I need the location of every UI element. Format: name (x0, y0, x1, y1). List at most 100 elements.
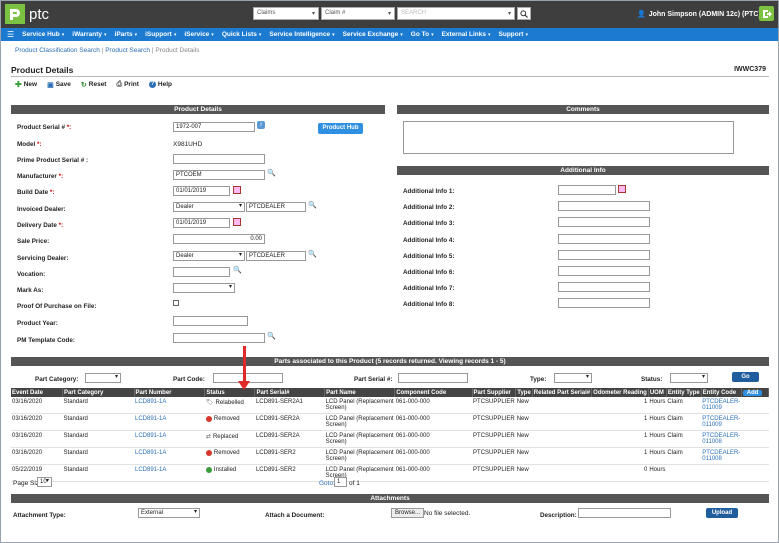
breadcrumb-classification-search[interactable]: Product Classification Search (15, 47, 100, 54)
nav-item-iwarranty[interactable]: iWarranty (72, 31, 102, 38)
goto-input[interactable]: 1 (334, 477, 347, 487)
part-number-link[interactable]: LCD891-1A (135, 399, 166, 405)
additional-info-input-4[interactable] (558, 233, 650, 244)
search-input[interactable]: SEARCH (397, 7, 515, 20)
nav-item-service-hub[interactable]: Service Hub (22, 31, 60, 38)
mark-as-select[interactable] (173, 283, 235, 293)
breadcrumb-product-search[interactable]: Product Search (105, 47, 150, 54)
page-size-select[interactable]: 10 (37, 477, 52, 487)
type-select[interactable] (554, 373, 592, 383)
binoculars-icon[interactable]: 🔍 (308, 201, 317, 209)
column-header-event-date[interactable]: Event Date (11, 388, 64, 397)
user-menu[interactable]: 👤 John Simpson (ADMIN 12c) (PTC) (637, 10, 761, 19)
additional-info-input-3[interactable] (558, 217, 650, 228)
calendar-icon[interactable] (233, 218, 241, 226)
add-part-button[interactable]: Add (742, 389, 763, 396)
nav-item-go-to[interactable]: Go To (411, 31, 429, 38)
vocation-input[interactable] (173, 267, 230, 277)
print-button[interactable]: ⎙ Print (116, 80, 138, 89)
calendar-icon[interactable] (233, 186, 241, 194)
table-row[interactable]: 03/16/2020 Standard LCD891-1A 🏷 Relabelled LC… (11, 397, 769, 414)
manufacturer-input[interactable]: PTCOEM (173, 170, 265, 180)
part-number-link[interactable]: LCD891-1A (135, 467, 166, 473)
comments-textarea[interactable] (403, 121, 734, 154)
column-header-part-supplier[interactable]: Part Supplier (472, 388, 517, 397)
product-year-input[interactable] (173, 316, 248, 326)
description-input[interactable] (578, 508, 671, 518)
info-icon[interactable]: i (257, 121, 265, 129)
menu-icon[interactable]: ☰ (7, 30, 14, 39)
save-button[interactable]: ▣ Save (47, 80, 71, 89)
logout-icon[interactable] (759, 6, 774, 21)
binoculars-icon[interactable]: 🔍 (308, 250, 317, 258)
nav-item-service-intelligence[interactable]: Service Intelligence (269, 31, 330, 38)
browse-button[interactable]: Browse... (391, 508, 425, 518)
nav-item-service-exchange[interactable]: Service Exchange (343, 31, 399, 38)
additional-info-input-5[interactable] (558, 249, 650, 260)
additional-info-input-6[interactable] (558, 266, 650, 276)
column-header-type[interactable]: Type (515, 388, 533, 397)
column-header-part-number[interactable]: Part Number (134, 388, 206, 397)
proof-purchase-checkbox[interactable] (173, 300, 179, 306)
binoculars-icon[interactable]: 🔍 (267, 332, 276, 340)
entity-code-link[interactable]: PTCDEALER-011008 (702, 433, 740, 445)
go-button[interactable]: Go (732, 372, 759, 382)
entity-code-link[interactable]: PTCDEALER-011009 (702, 399, 740, 411)
search-field-select[interactable]: Claim # (321, 7, 395, 20)
column-header-part-category[interactable]: Part Category (62, 388, 135, 397)
table-row[interactable]: 03/16/2020 Standard LCD891-1A Removed LCD891… (11, 413, 769, 431)
binoculars-icon[interactable]: 🔍 (267, 169, 276, 177)
help-button[interactable]: ? Help (148, 80, 172, 89)
part-category-select[interactable] (85, 373, 121, 383)
binoculars-icon[interactable]: 🔍 (233, 266, 242, 274)
column-header-part-name[interactable]: Part Name (324, 388, 396, 397)
nav-item-isupport[interactable]: iSupport (145, 31, 172, 38)
prime-serial-input[interactable] (173, 154, 265, 164)
product-hub-button[interactable]: Product Hub (318, 123, 363, 134)
part-number-link[interactable]: LCD891-1A (135, 433, 166, 439)
table-row[interactable]: 03/16/2020 Standard LCD891-1A ⇄ Replaced LCD8… (11, 430, 769, 448)
servicing-dealer-input[interactable]: PTCDEALER (246, 251, 306, 261)
new-button[interactable]: ✚ New (15, 80, 37, 89)
additional-info-input-7[interactable] (558, 282, 650, 293)
nav-item-iparts[interactable]: iParts (115, 31, 133, 38)
column-header-entity-code[interactable]: Entity Code (701, 388, 742, 397)
additional-info-input-8[interactable] (558, 298, 650, 309)
calendar-icon[interactable] (618, 185, 626, 193)
delivery-date-input[interactable]: 01/01/2019 (173, 218, 230, 228)
table-row[interactable]: 03/16/2020 Standard LCD891-1A Removed LCD891… (11, 447, 769, 465)
column-header-part-serial-[interactable]: Part Serial# (254, 388, 326, 397)
nav-item-external-links[interactable]: External Links (442, 31, 486, 38)
search-button[interactable] (517, 7, 531, 20)
upload-button[interactable]: Upload (706, 508, 738, 518)
part-serial-input[interactable] (398, 373, 468, 383)
goto-label[interactable]: Goto: (319, 480, 335, 487)
status-select[interactable] (670, 373, 708, 383)
build-date-input[interactable]: 01/01/2019 (173, 186, 230, 196)
reset-button[interactable]: ↻ Reset (81, 80, 107, 89)
table-row[interactable]: 05/22/2019 Standard LCD891-1A Installed LCD8… (11, 464, 769, 482)
invoiced-dealer-input[interactable]: PTCDEALER (246, 202, 306, 212)
column-header-component-code[interactable]: Component Code (394, 388, 473, 397)
column-header-odometer-reading[interactable]: Odometer Reading (591, 388, 649, 397)
part-number-link[interactable]: LCD891-1A (135, 450, 166, 456)
entity-code-link[interactable]: PTCDEALER-011009 (702, 416, 740, 428)
invoiced-dealer-type-select[interactable]: Dealer (173, 202, 245, 212)
nav-item-iservice[interactable]: iService (184, 31, 209, 38)
nav-item-quick-lists[interactable]: Quick Lists (222, 31, 257, 38)
sale-price-input[interactable]: 0.00 (173, 234, 265, 244)
nav-item-support[interactable]: Support (499, 31, 524, 38)
pm-template-input[interactable] (173, 333, 265, 343)
part-number-link[interactable]: LCD891-1A (135, 416, 166, 422)
search-type-select[interactable]: Claims (253, 7, 319, 20)
entity-code-link[interactable]: PTCDEALER-011008 (702, 450, 740, 462)
column-header-uom[interactable]: UOM (648, 388, 667, 397)
column-header-entity-type[interactable]: Entity Type (666, 388, 702, 397)
servicing-dealer-type-select[interactable]: Dealer (173, 251, 245, 261)
additional-info-input-1[interactable] (558, 185, 616, 195)
ptc-logo[interactable]: ptc (5, 4, 49, 24)
serial-input[interactable]: 1972-007 (173, 122, 255, 132)
attachment-type-select[interactable]: External (138, 508, 200, 518)
column-header-related-part-serial-[interactable]: Related Part Serial# (532, 388, 593, 397)
additional-info-input-2[interactable] (558, 201, 650, 212)
